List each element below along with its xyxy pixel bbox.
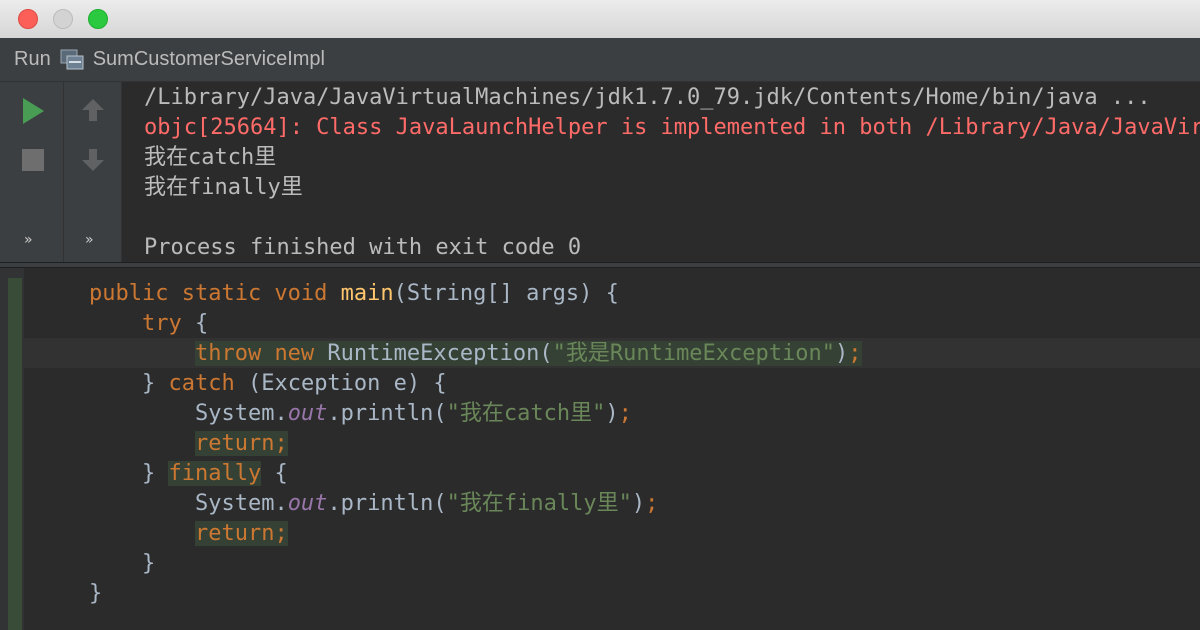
code-keyword: return xyxy=(194,521,275,546)
code-brace: } xyxy=(141,461,169,486)
vcs-change-marker xyxy=(8,278,22,630)
code-line: return; xyxy=(89,519,288,549)
code-text: RuntimeException( xyxy=(327,341,553,366)
window-titlebar xyxy=(0,0,1200,38)
code-text: ) xyxy=(835,341,849,366)
code-editor[interactable]: public static void main(String[] args) {… xyxy=(24,268,1200,630)
code-text: .println( xyxy=(327,401,447,426)
code-string: "我在catch里" xyxy=(446,401,606,426)
code-line: return; xyxy=(89,429,288,459)
code-static-field: out xyxy=(287,491,328,516)
code-semicolon: ; xyxy=(848,341,862,366)
code-text: ) xyxy=(605,401,619,426)
code-highlight: return; xyxy=(194,431,288,456)
code-text: (String[] args) { xyxy=(393,281,619,306)
code-highlight: throw new RuntimeException("我是RuntimeExc… xyxy=(194,341,862,366)
more-actions-right[interactable]: » xyxy=(85,232,94,248)
code-keyword: catch xyxy=(168,371,235,396)
code-static-field: out xyxy=(287,401,328,426)
code-text: System. xyxy=(194,401,288,426)
run-panel-label[interactable]: Run xyxy=(14,48,51,71)
console-line: 我在catch里 xyxy=(144,145,277,170)
stop-icon[interactable] xyxy=(21,148,45,176)
run-toolbar-secondary: » xyxy=(64,82,122,262)
code-string: "我是RuntimeException" xyxy=(552,341,836,366)
code-line: } finally { xyxy=(89,459,288,489)
run-config-icon xyxy=(59,47,85,73)
code-semicolon: ; xyxy=(274,521,288,546)
code-line: public static void main(String[] args) { xyxy=(89,279,619,309)
code-keyword: return xyxy=(194,431,275,456)
arrow-down-icon[interactable] xyxy=(79,146,107,178)
code-line: System.out.println("我在catch里"); xyxy=(89,399,632,429)
code-string: "我在finally里" xyxy=(446,491,632,516)
console-error-line: objc[25664]: Class JavaLaunchHelper is i… xyxy=(144,115,1200,140)
code-line: System.out.println("我在finally里"); xyxy=(89,489,658,519)
code-text: ) xyxy=(631,491,646,516)
code-line: } xyxy=(89,581,103,606)
code-line: throw new RuntimeException("我是RuntimeExc… xyxy=(89,339,862,369)
console-line: 我在finally里 xyxy=(144,175,303,200)
console-line: /Library/Java/JavaVirtualMachines/jdk1.7… xyxy=(144,85,1151,110)
code-keyword: try xyxy=(141,311,182,336)
code-method-name: main xyxy=(340,281,394,306)
run-toolbar-primary: » xyxy=(0,82,64,262)
code-highlight: return; xyxy=(194,521,288,546)
code-semicolon: ; xyxy=(618,401,632,426)
code-keyword: throw new xyxy=(194,341,328,366)
code-text: System. xyxy=(194,491,288,516)
code-semicolon: ; xyxy=(645,491,659,516)
code-keyword: public static void xyxy=(89,281,341,306)
code-line: try { xyxy=(89,309,208,339)
code-line: } catch (Exception e) { xyxy=(89,369,447,399)
run-console[interactable]: /Library/Java/JavaVirtualMachines/jdk1.7… xyxy=(122,82,1200,262)
run-panel-header: Run SumCustomerServiceImpl xyxy=(0,38,1200,82)
code-line: } xyxy=(89,551,156,576)
code-text: { xyxy=(181,311,209,336)
more-actions-left[interactable]: » xyxy=(24,232,33,248)
code-text: .println( xyxy=(327,491,447,516)
run-config-name[interactable]: SumCustomerServiceImpl xyxy=(93,48,325,71)
code-text: (Exception e) { xyxy=(234,371,447,396)
arrow-up-icon[interactable] xyxy=(79,96,107,128)
code-brace: } xyxy=(141,371,169,396)
minimize-window-button[interactable] xyxy=(53,9,73,29)
play-icon[interactable] xyxy=(20,96,46,130)
code-semicolon: ; xyxy=(274,431,288,456)
code-keyword: finally xyxy=(168,461,262,486)
close-window-button[interactable] xyxy=(18,9,38,29)
console-exit-line: Process finished with exit code 0 xyxy=(144,235,582,260)
code-text: { xyxy=(261,461,288,486)
zoom-window-button[interactable] xyxy=(88,9,108,29)
